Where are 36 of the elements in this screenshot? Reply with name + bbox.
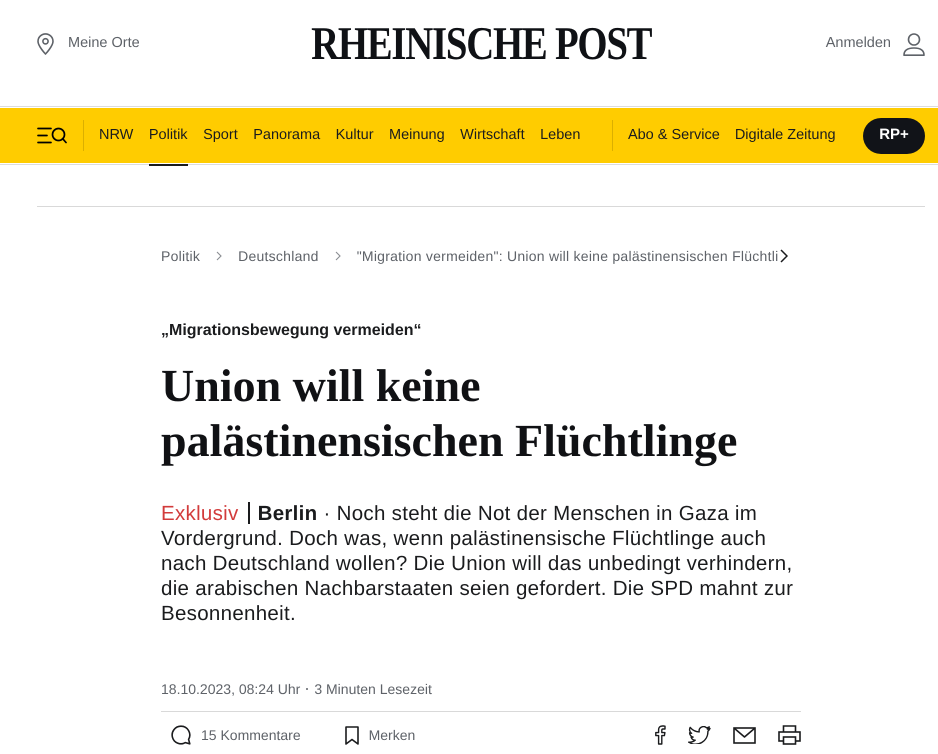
article-headline: Union will keine palästinensischen Flüchtlinge [161,359,738,468]
nav-link[interactable]: Meinung [389,108,445,166]
login-link[interactable]: Anmelden [826,32,925,56]
chevron-right-icon [334,251,341,261]
printer-icon[interactable] [778,725,801,745]
nav-link[interactable]: NRW [99,108,134,166]
nav-link[interactable]: Panorama [253,108,320,166]
teaser-text: Exklusiv Berlin · Noch steht die Not der Menschen in Gaza im Vordergrund. Doch was, wenn palästinensische Flüchtlinge auch nach Deutschland wollen? Die Union will das unbedingt verhindern, die arabischen Nachbarstaaten seien gefordert. Die SPD mahnt zur Besonnenheit. [161,501,794,626]
bird-icon[interactable] [688,726,711,744]
facebook-icon[interactable] [654,725,666,745]
chevron-right-icon [216,251,222,261]
location-pin-icon [37,33,54,55]
menu-search-icon[interactable] [37,127,67,144]
breadcrumb-link[interactable]: Deutschland [238,246,319,266]
newspaper-logo[interactable]: RHEINISCHE POST [310,20,652,68]
bookmark-icon [344,726,359,744]
my-places-link[interactable]: Meine Orte [37,33,140,55]
service-link[interactable]: Digitale Zeitung [734,108,836,166]
comments-button[interactable]: 15 Kommentare [171,724,301,746]
reading-time: 3 Minuten Lesezeit [314,680,432,698]
nav-link[interactable]: Sport [203,108,238,166]
bookmark-button[interactable]: Merken [344,724,416,746]
breadcrumb-link[interactable]: "Migration vermeiden": Union will keine palästinensischen Flüchtli [356,246,778,266]
service-link[interactable]: Abo & Service [628,108,720,166]
article-kicker: „Migrationsbewegung vermeiden“ [161,321,422,341]
mail-icon[interactable] [733,726,756,744]
breadcrumb-link[interactable]: Politik [161,246,200,266]
chevron-right-icon[interactable] [780,249,788,263]
nav-link[interactable]: Kultur [336,108,374,166]
subscription-button[interactable]: RP+ [863,118,925,154]
nav-link[interactable]: Wirtschaft [460,108,525,166]
comment-icon [171,725,191,745]
nav-link[interactable]: Leben [540,108,580,166]
nav-link[interactable]: Politik [148,108,188,166]
user-icon[interactable] [903,32,925,56]
publish-date: 18.10.2023, 08:24 Uhr [161,680,300,698]
